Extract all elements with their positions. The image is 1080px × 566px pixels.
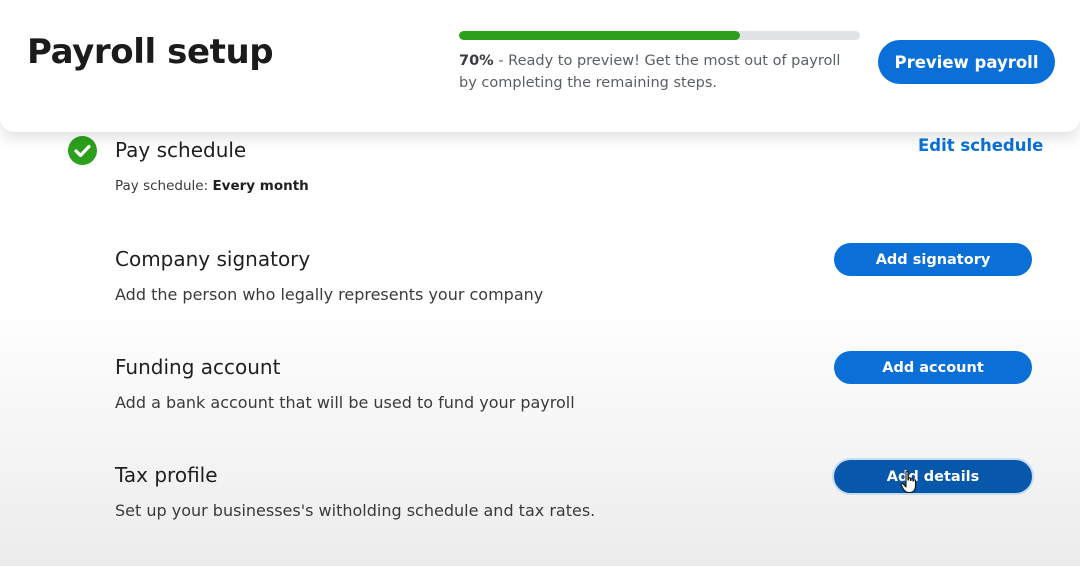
- step-title: Company signatory: [115, 247, 311, 271]
- hand-pointer-icon: [900, 470, 917, 494]
- add-details-button[interactable]: Add details: [834, 460, 1032, 493]
- pay-schedule-label: Pay schedule:: [115, 178, 213, 194]
- step-description: Pay schedule: Every month: [115, 178, 309, 194]
- step-title: Funding account: [115, 355, 281, 379]
- add-signatory-button[interactable]: Add signatory: [834, 243, 1032, 276]
- progress-message-text: - Ready to preview! Get the most out of …: [459, 53, 841, 91]
- step-description: Add the person who legally represents yo…: [115, 285, 544, 304]
- header-card: Payroll setup 70% - Ready to preview! Ge…: [0, 0, 1080, 132]
- page-title: Payroll setup: [27, 32, 274, 72]
- progress-bar-fill: [459, 31, 740, 40]
- step-title: Pay schedule: [115, 138, 247, 162]
- preview-payroll-button[interactable]: Preview payroll: [878, 40, 1055, 84]
- edit-schedule-link[interactable]: Edit schedule: [918, 136, 1043, 155]
- pay-schedule-value: Every month: [212, 178, 309, 194]
- step-title: Tax profile: [115, 463, 218, 487]
- step-description: Set up your businesses's witholding sche…: [115, 501, 596, 520]
- add-account-button[interactable]: Add account: [834, 351, 1032, 384]
- step-description: Add a bank account that will be used to …: [115, 393, 575, 412]
- progress-percent: 70%: [459, 53, 494, 69]
- check-circle-icon: [68, 136, 97, 165]
- progress-message: 70% - Ready to preview! Get the most out…: [459, 50, 859, 94]
- progress-bar: [459, 31, 860, 40]
